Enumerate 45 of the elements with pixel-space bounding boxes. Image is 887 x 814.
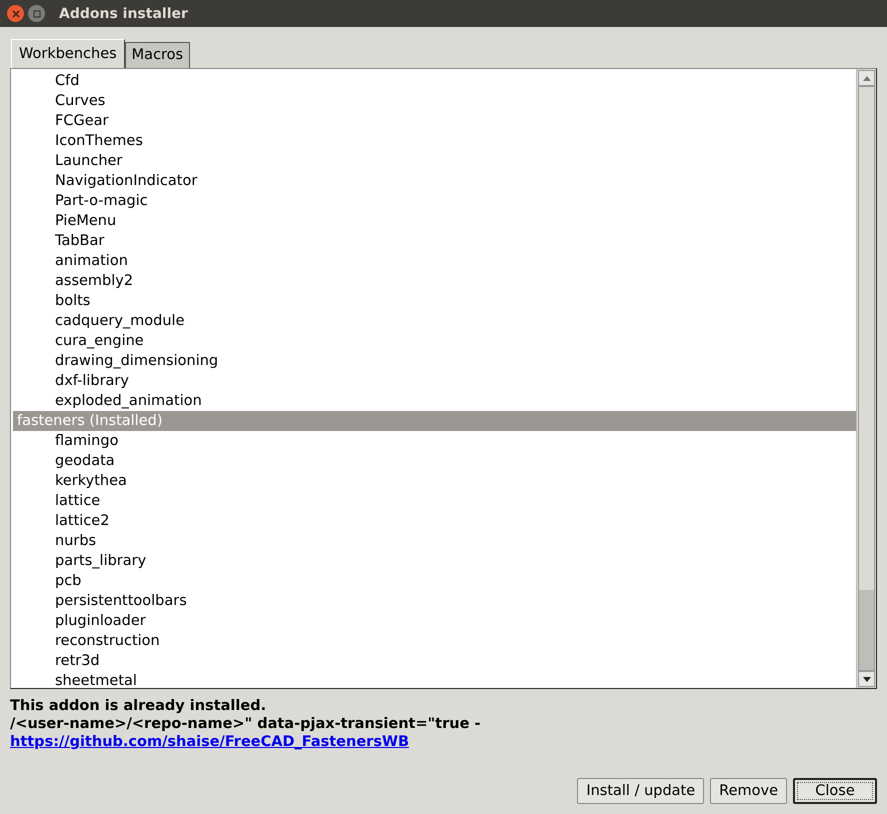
addon-list-item[interactable]: Curves: [13, 91, 856, 111]
scroll-up-icon[interactable]: [858, 70, 875, 86]
addon-list-item[interactable]: nurbs: [13, 531, 856, 551]
scroll-thumb[interactable]: [859, 590, 874, 670]
dialog-button[interactable]: Close: [793, 778, 877, 804]
addon-list-item[interactable]: flamingo: [13, 431, 856, 451]
detail-text: /<user-name>/<repo-name>" data-pjax-transient="true -: [10, 715, 482, 733]
addon-list-item[interactable]: kerkythea: [13, 471, 856, 491]
addon-list-item[interactable]: lattice: [13, 491, 856, 511]
scroll-down-icon[interactable]: [858, 671, 875, 687]
addon-list-item[interactable]: pluginloader: [13, 611, 856, 631]
addon-list-item[interactable]: PieMenu: [13, 211, 856, 231]
addon-list-item[interactable]: FCGear: [13, 111, 856, 131]
addon-list-item[interactable]: dxf-library: [13, 371, 856, 391]
addon-list-item[interactable]: cadquery_module: [13, 311, 856, 331]
maximize-icon[interactable]: [28, 5, 45, 22]
dialog-button[interactable]: Install / update: [577, 778, 704, 804]
dialog-button[interactable]: Remove: [710, 778, 787, 804]
addon-list-item[interactable]: parts_library: [13, 551, 856, 571]
addon-list-item[interactable]: Launcher: [13, 151, 856, 171]
addon-list-item[interactable]: NavigationIndicator: [13, 171, 856, 191]
window-title: Addons installer: [59, 6, 188, 22]
addon-list-item[interactable]: animation: [13, 251, 856, 271]
addon-list-item[interactable]: Part-o-magic: [13, 191, 856, 211]
close-icon[interactable]: [7, 5, 24, 22]
tab[interactable]: Workbenches: [11, 39, 125, 68]
addon-list-item[interactable]: sheetmetal: [13, 671, 856, 688]
addon-list-item[interactable]: retr3d: [13, 651, 856, 671]
addon-list-item[interactable]: assembly2: [13, 271, 856, 291]
addon-list-item[interactable]: bolts: [13, 291, 856, 311]
status-message: This addon is already installed.: [10, 697, 268, 715]
tab[interactable]: Macros: [124, 42, 190, 68]
scrollbar[interactable]: [856, 69, 876, 688]
addon-list-item[interactable]: TabBar: [13, 231, 856, 251]
addon-list-item[interactable]: lattice2: [13, 511, 856, 531]
addon-list-item[interactable]: persistenttoolbars: [13, 591, 856, 611]
addon-list-item[interactable]: cura_engine: [13, 331, 856, 351]
addon-list-item[interactable]: drawing_dimensioning: [13, 351, 856, 371]
addon-list-item[interactable]: reconstruction: [13, 631, 856, 651]
addon-list-item[interactable]: Cfd: [13, 71, 856, 91]
addon-list-item[interactable]: exploded_animation: [13, 391, 856, 411]
addon-list-item[interactable]: IconThemes: [13, 131, 856, 151]
addon-list-item[interactable]: geodata: [13, 451, 856, 471]
addon-list-item[interactable]: pcb: [13, 571, 856, 591]
repository-link[interactable]: https://github.com/shaise/FreeCAD_FastenersWB: [10, 734, 409, 750]
